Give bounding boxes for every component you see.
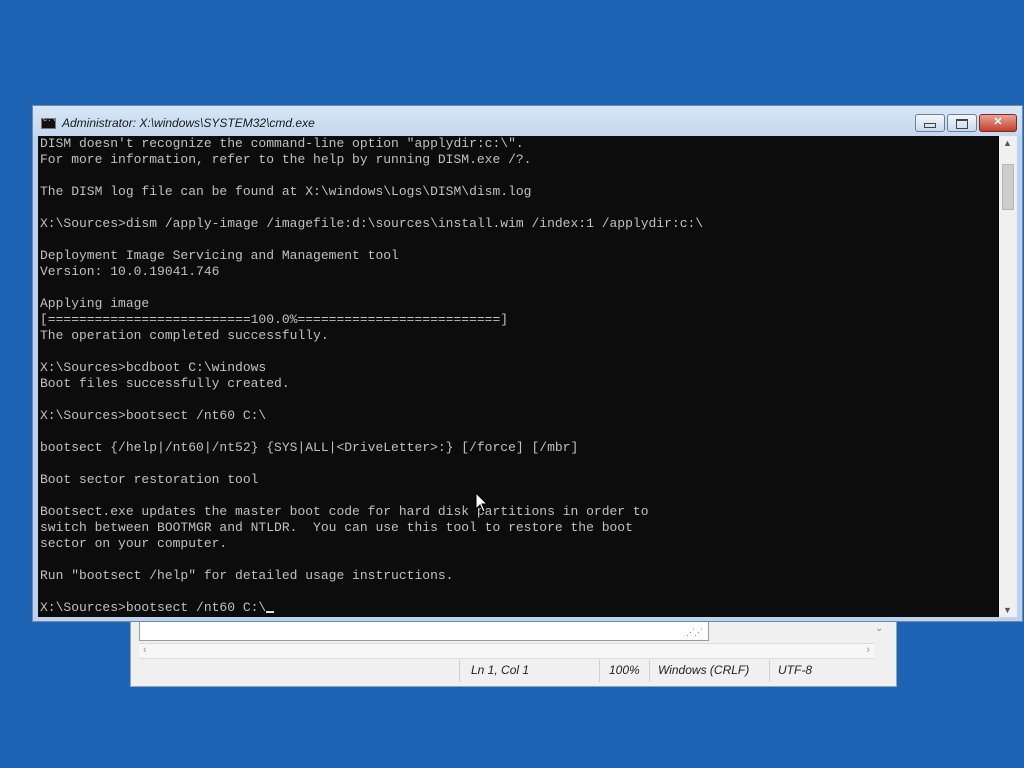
console-line: X:\Sources>dism /apply-image /imagefile:… — [40, 216, 704, 231]
console-line: DISM doesn't recognize the command-line … — [40, 136, 524, 151]
status-encoding: UTF-8 — [778, 663, 812, 677]
console-line: switch between BOOTMGR and NTLDR. You ca… — [40, 520, 633, 535]
console-line: Boot files successfully created. — [40, 376, 290, 391]
close-button[interactable]: ✕ — [979, 114, 1017, 132]
console-line: X:\Sources>bcdboot C:\windows — [40, 360, 267, 375]
resize-grip-icon[interactable]: ⋰⋰ — [686, 627, 703, 638]
maximize-button[interactable] — [947, 114, 977, 132]
console-line: sector on your computer. — [40, 536, 228, 551]
text-cursor — [266, 611, 275, 613]
console-line: Boot sector restoration tool — [40, 472, 259, 487]
notepad-window[interactable]: ⋰⋰ ⌄ ‹ › Ln 1, Col 1 100% Windows (CRLF)… — [130, 612, 897, 687]
status-divider — [459, 660, 460, 682]
scroll-down-arrow-icon[interactable]: ▼ — [1003, 605, 1012, 615]
console-line: X:\Sources>bootsect /nt60 C:\ — [40, 600, 267, 615]
scroll-down-arrow-icon[interactable]: ⌄ — [875, 623, 883, 634]
console-line: The operation completed successfully. — [40, 328, 329, 343]
console-line: X:\Sources>bootsect /nt60 C:\ — [40, 408, 267, 423]
minimize-icon — [924, 123, 936, 128]
status-zoom: 100% — [609, 663, 640, 677]
console-text: DISM doesn't recognize the command-line … — [38, 136, 999, 616]
console-scrollbar[interactable]: ▲ ▼ — [999, 136, 1017, 617]
scrollbar-thumb[interactable] — [1002, 164, 1014, 210]
console-line: [==========================100.0%=======… — [40, 312, 509, 327]
console-line: Applying image — [40, 296, 150, 311]
console-line: Bootsect.exe updates the master boot cod… — [40, 504, 649, 519]
console-line: Deployment Image Servicing and Managemen… — [40, 248, 399, 263]
mouse-pointer-icon — [475, 492, 489, 513]
console-line: bootsect {/help|/nt60|/nt52} {SYS|ALL|<D… — [40, 440, 579, 455]
status-divider — [769, 660, 770, 682]
cmd-icon-glyph: C:\ — [43, 116, 56, 124]
notepad-status-bar: Ln 1, Col 1 100% Windows (CRLF) UTF-8 — [139, 660, 887, 682]
cmd-app-icon[interactable]: C:\ — [41, 116, 56, 129]
console-output[interactable]: DISM doesn't recognize the command-line … — [38, 136, 999, 617]
console-line: For more information, refer to the help … — [40, 152, 532, 167]
console-line: Version: 10.0.19041.746 — [40, 264, 220, 279]
status-line-endings: Windows (CRLF) — [658, 663, 750, 677]
scroll-left-arrow-icon[interactable]: ‹ — [143, 644, 147, 656]
status-cursor-position: Ln 1, Col 1 — [471, 663, 530, 677]
window-title: Administrator: X:\windows\SYSTEM32\cmd.e… — [62, 116, 315, 130]
title-bar[interactable]: C:\ Administrator: X:\windows\SYSTEM32\c… — [33, 106, 1022, 136]
minimize-button[interactable] — [915, 114, 945, 132]
horizontal-scrollbar[interactable]: ‹ › — [139, 643, 874, 659]
console-line: The DISM log file can be found at X:\win… — [40, 184, 532, 199]
maximize-icon — [956, 119, 968, 129]
status-divider — [649, 660, 650, 682]
scroll-right-arrow-icon[interactable]: › — [866, 644, 870, 656]
scroll-up-arrow-icon[interactable]: ▲ — [1003, 138, 1012, 148]
close-icon: ✕ — [993, 116, 1003, 128]
console-line: Run "bootsect /help" for detailed usage … — [40, 568, 454, 583]
status-divider — [599, 660, 600, 682]
cmd-window[interactable]: C:\ Administrator: X:\windows\SYSTEM32\c… — [32, 105, 1023, 622]
